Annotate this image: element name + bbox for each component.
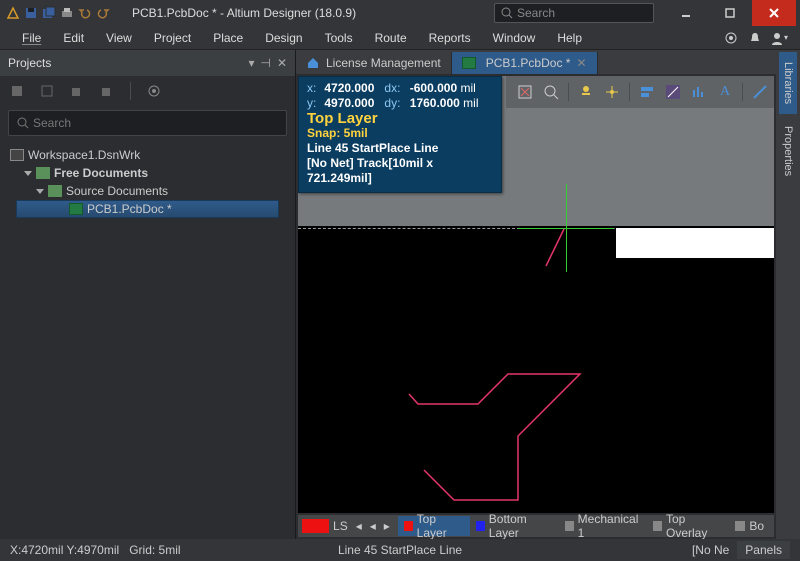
maximize-button[interactable] xyxy=(708,0,752,26)
net-color-icon[interactable] xyxy=(575,81,597,103)
tree-expand-icon[interactable] xyxy=(36,189,44,194)
projects-search-placeholder: Search xyxy=(33,116,71,130)
status-net: [No Ne xyxy=(692,543,729,557)
side-tab-libraries[interactable]: Libraries xyxy=(779,52,797,114)
menu-place[interactable]: Place xyxy=(203,28,253,48)
tree-free-documents[interactable]: Free Documents xyxy=(0,164,295,182)
panels-button[interactable]: Panels xyxy=(737,541,790,559)
folder-icon xyxy=(48,185,62,197)
inspect-icon[interactable] xyxy=(662,81,684,103)
layer-color-icon xyxy=(735,521,745,531)
editor-tab-strip: License Management PCB1.PcbDoc * ✕ xyxy=(296,50,776,74)
align-icon[interactable] xyxy=(636,81,658,103)
layer-tab-bottom-overlay[interactable]: Bo xyxy=(729,516,770,536)
menu-design[interactable]: Design xyxy=(255,28,312,48)
menu-project[interactable]: Project xyxy=(144,28,201,48)
layer-set-button[interactable]: LS xyxy=(333,519,348,533)
save-all-icon[interactable] xyxy=(40,4,58,22)
layer-nav-first[interactable]: ◂ xyxy=(352,519,366,533)
layer-tabs: LS ◂ ◂ ▸ Top Layer Bottom Layer Mechanic… xyxy=(298,515,774,537)
tab-pcb-doc[interactable]: PCB1.PcbDoc * ✕ xyxy=(452,52,598,74)
menu-help[interactable]: Help xyxy=(547,28,592,48)
menu-edit[interactable]: Edit xyxy=(53,28,94,48)
projects-tree[interactable]: Workspace1.DsnWrk Free Documents Source … xyxy=(0,142,295,539)
search-placeholder: Search xyxy=(517,6,555,20)
print-icon[interactable] xyxy=(58,4,76,22)
active-layer-swatch[interactable] xyxy=(302,519,329,533)
highlight-icon[interactable] xyxy=(601,81,623,103)
panel-menu-icon[interactable]: ▾ xyxy=(248,56,254,70)
layer-tab-mechanical[interactable]: Mechanical 1 xyxy=(559,516,647,536)
tab-close-icon[interactable]: ✕ xyxy=(576,56,586,70)
clear-filter-icon[interactable] xyxy=(514,81,536,103)
menu-file[interactable]: File xyxy=(12,28,51,48)
pcb-icon xyxy=(69,203,83,215)
status-coords: X:4720mil Y:4970mil xyxy=(10,543,119,557)
right-collapsed-panels: Libraries Properties xyxy=(776,50,800,539)
add-icon[interactable] xyxy=(68,82,86,100)
status-grid: Grid: 5mil xyxy=(129,543,180,557)
save-icon[interactable] xyxy=(22,4,40,22)
notifications-icon[interactable] xyxy=(746,29,764,47)
menu-view[interactable]: View xyxy=(96,28,142,48)
remove-icon[interactable] xyxy=(98,82,116,100)
chart-icon[interactable] xyxy=(688,81,710,103)
side-tab-properties[interactable]: Properties xyxy=(779,116,797,186)
title-bar: PCB1.PcbDoc * - Altium Designer (18.0.9)… xyxy=(0,0,800,26)
layer-color-icon xyxy=(476,521,485,531)
status-command: Line 45 StartPlace Line xyxy=(338,543,462,557)
text-icon[interactable]: A xyxy=(714,81,736,103)
workspace-icon xyxy=(10,149,24,161)
close-button[interactable] xyxy=(752,0,796,26)
gear-icon[interactable] xyxy=(145,82,163,100)
minimize-button[interactable] xyxy=(664,0,708,26)
layer-tab-top-overlay[interactable]: Top Overlay xyxy=(647,516,729,536)
tree-pcb-doc[interactable]: PCB1.PcbDoc * xyxy=(16,200,279,218)
menu-tools[interactable]: Tools xyxy=(315,28,363,48)
undo-icon[interactable] xyxy=(76,4,94,22)
panel-pin-icon[interactable]: ⊣ xyxy=(260,56,270,70)
settings-icon[interactable] xyxy=(722,29,740,47)
menu-reports[interactable]: Reports xyxy=(419,28,481,48)
window-title: PCB1.PcbDoc * - Altium Designer (18.0.9) xyxy=(132,6,356,20)
save-icon[interactable] xyxy=(8,82,26,100)
projects-panel-header: Projects ▾ ⊣ ✕ xyxy=(0,50,295,76)
status-bar: X:4720mil Y:4970mil Grid: 5mil Line 45 S… xyxy=(0,539,800,561)
layer-nav-next[interactable]: ▸ xyxy=(380,519,394,533)
heads-up-display: x: 4720.000 dx: -600.000 mil y: 4970.000… xyxy=(298,76,502,193)
tree-workspace[interactable]: Workspace1.DsnWrk xyxy=(0,146,295,164)
layer-color-icon xyxy=(404,521,413,531)
editor-area: License Management PCB1.PcbDoc * ✕ x: 47… xyxy=(296,50,776,539)
layer-tab-bottom[interactable]: Bottom Layer xyxy=(470,516,559,536)
home-icon xyxy=(306,56,320,70)
projects-toolbar xyxy=(0,76,295,106)
redo-icon[interactable] xyxy=(94,4,112,22)
compile-icon[interactable] xyxy=(38,82,56,100)
projects-search-input[interactable]: Search xyxy=(8,110,287,136)
active-bar: A xyxy=(506,76,774,108)
menu-window[interactable]: Window xyxy=(483,28,546,48)
projects-panel: Projects ▾ ⊣ ✕ Search Workspace1.DsnWrk xyxy=(0,50,296,539)
global-search-input[interactable]: Search xyxy=(494,3,654,23)
menu-bar: File Edit View Project Place Design Tool… xyxy=(0,26,800,50)
line-icon[interactable] xyxy=(749,81,771,103)
app-logo-icon xyxy=(4,4,22,22)
layer-nav-prev[interactable]: ◂ xyxy=(366,519,380,533)
folder-icon xyxy=(36,167,50,179)
layer-color-icon xyxy=(653,521,662,531)
panel-close-icon[interactable]: ✕ xyxy=(277,56,287,70)
tree-source-documents[interactable]: Source Documents xyxy=(0,182,295,200)
menu-route[interactable]: Route xyxy=(365,28,417,48)
pcb-icon xyxy=(462,57,476,69)
user-icon[interactable]: ▾ xyxy=(770,29,788,47)
layer-color-icon xyxy=(565,521,574,531)
layer-tab-top[interactable]: Top Layer xyxy=(398,516,470,536)
pcb-canvas[interactable]: x: 4720.000 dx: -600.000 mil y: 4970.000… xyxy=(298,76,774,513)
projects-panel-title: Projects xyxy=(8,56,51,70)
zoom-icon[interactable] xyxy=(540,81,562,103)
tree-expand-icon[interactable] xyxy=(24,171,32,176)
tab-license-management[interactable]: License Management xyxy=(296,52,452,74)
